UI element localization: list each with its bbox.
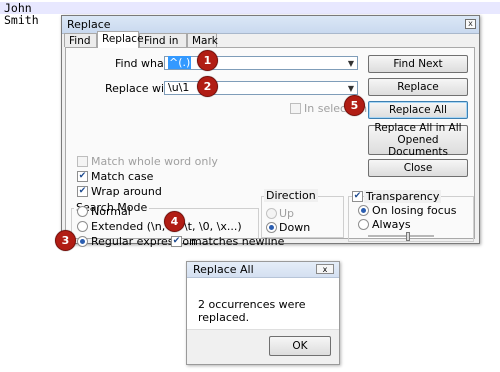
tab-find-in-files[interactable]: Find in Files	[139, 33, 187, 61]
direction-title: Direction	[264, 189, 318, 202]
matches-newline-checkbox[interactable]: ✔	[171, 236, 182, 247]
normal-label: Normal	[91, 205, 131, 218]
transparency-title: Transparency	[364, 190, 442, 203]
extended-radio[interactable]	[77, 221, 88, 232]
direction-down-label: Down	[279, 221, 311, 234]
editor-line-2: Smith	[4, 13, 39, 27]
transparency-slider-track[interactable]	[368, 235, 434, 238]
replace-with-input[interactable]: \u\1 ▼	[164, 81, 358, 95]
on-losing-focus-label: On losing focus	[372, 204, 457, 217]
step-badge-2: 2	[197, 76, 218, 97]
match-whole-word-label: Match whole word only	[91, 155, 218, 168]
match-whole-word-checkbox[interactable]	[77, 156, 88, 167]
replace-all-opened-line-2: Documents	[388, 146, 448, 158]
message-titlebar[interactable]: Replace All x	[187, 262, 339, 278]
close-button[interactable]: Close	[368, 159, 468, 177]
step-badge-4: 4	[164, 211, 185, 232]
replace-with-value: \u\1	[168, 81, 190, 94]
replace-all-in-opened-docs-button[interactable]: Replace All in All Opened Documents	[368, 122, 468, 158]
dropdown-arrow-icon[interactable]: ▼	[348, 83, 354, 95]
message-text: 2 occurrences were replaced.	[198, 298, 306, 324]
direction-up-radio[interactable]	[266, 208, 277, 219]
dialog-title: Replace	[67, 18, 111, 31]
step-badge-3: 3	[55, 230, 76, 251]
replace-all-message-box: Replace All x 2 occurrences were replace…	[186, 261, 340, 365]
transparency-checkbox[interactable]: ✔	[352, 191, 363, 202]
find-what-value: ^(.)	[168, 56, 192, 69]
replace-button[interactable]: Replace	[368, 78, 468, 96]
in-selection-checkbox[interactable]	[290, 103, 301, 114]
always-label: Always	[372, 218, 411, 231]
direction-down-radio[interactable]	[266, 222, 277, 233]
find-what-input[interactable]: ^(.) ▼	[164, 56, 358, 70]
replace-dialog: Replace x Find Replace Find in Files Mar…	[61, 15, 480, 248]
transparency-slider-thumb[interactable]	[405, 232, 410, 241]
tab-replace[interactable]: Replace	[97, 31, 144, 48]
replace-all-opened-line-1: Replace All in All Opened	[374, 122, 462, 146]
normal-radio[interactable]	[77, 206, 88, 217]
wrap-around-label: Wrap around	[91, 185, 162, 198]
match-case-label: Match case	[91, 170, 154, 183]
tab-find[interactable]: Find	[64, 33, 97, 47]
editor-line-1: John	[0, 2, 500, 14]
always-radio[interactable]	[358, 219, 369, 230]
message-title: Replace All	[193, 263, 254, 276]
close-icon[interactable]: x	[316, 264, 334, 274]
direction-up-label: Up	[279, 207, 295, 220]
regular-expression-radio[interactable]	[77, 236, 88, 247]
replace-all-button[interactable]: Replace All	[368, 101, 468, 119]
match-case-checkbox[interactable]: ✔	[77, 171, 88, 182]
message-footer: OK	[187, 329, 339, 364]
wrap-around-checkbox[interactable]: ✔	[77, 186, 88, 197]
ok-button[interactable]: OK	[269, 336, 331, 356]
step-badge-5: 5	[344, 95, 365, 116]
tab-mark[interactable]: Mark	[187, 33, 218, 47]
on-losing-focus-radio[interactable]	[358, 205, 369, 216]
find-next-button[interactable]: Find Next	[368, 55, 468, 73]
step-badge-1: 1	[197, 50, 218, 71]
close-icon[interactable]: x	[465, 19, 476, 29]
dropdown-arrow-icon[interactable]: ▼	[348, 58, 354, 70]
